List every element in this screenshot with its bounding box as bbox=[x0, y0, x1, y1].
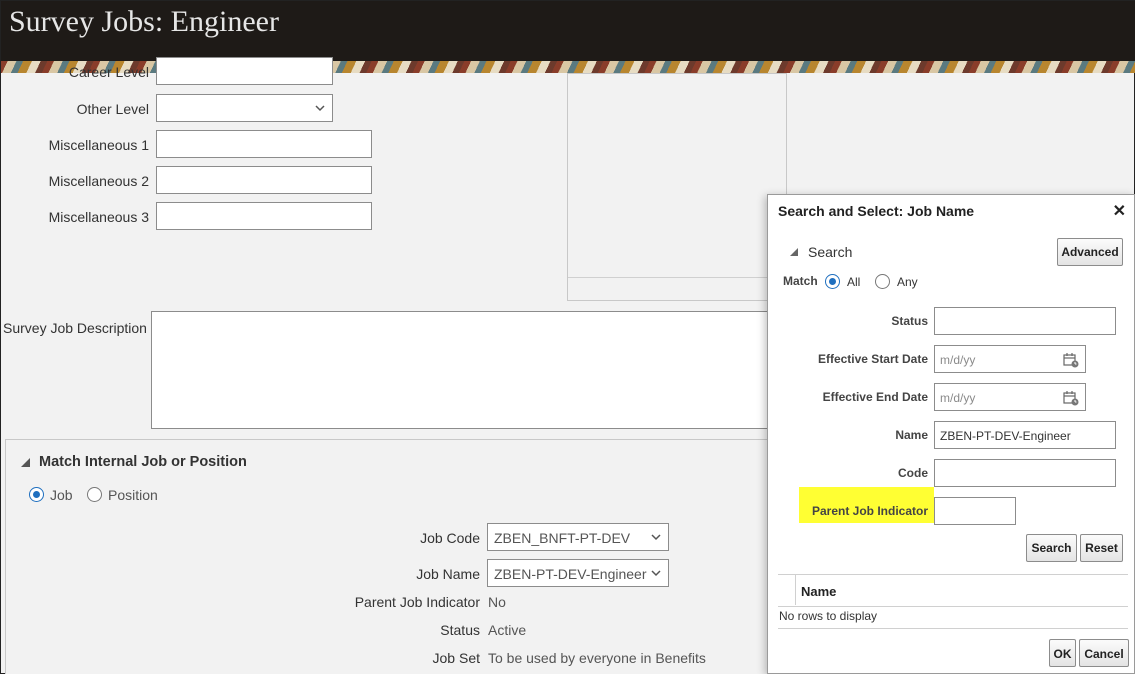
survey-job-description-label: Survey Job Description bbox=[3, 320, 147, 336]
results-column-divider bbox=[795, 575, 796, 605]
job-code-select[interactable]: ZBEN_BNFT-PT-DEV bbox=[487, 523, 669, 551]
parent-job-indicator-value: No bbox=[488, 594, 506, 610]
dialog-title: Search and Select: Job Name bbox=[778, 203, 975, 219]
page-title: Survey Jobs: Engineer bbox=[9, 5, 279, 38]
misc3-label: Miscellaneous 3 bbox=[48, 209, 149, 225]
search-select-dialog: Search and Select: Job Name ✕ Search Adv… bbox=[767, 194, 1135, 674]
career-level-select[interactable] bbox=[156, 57, 333, 85]
match-any-radio[interactable] bbox=[875, 274, 890, 289]
match-all-label: All bbox=[847, 275, 861, 289]
cancel-button-label: Cancel bbox=[1084, 647, 1124, 661]
results-column-name-header[interactable]: Name bbox=[801, 584, 836, 599]
search-button-label: Search bbox=[1031, 541, 1072, 555]
job-code-label: Job Code bbox=[420, 530, 480, 546]
match-label: Match bbox=[783, 274, 818, 288]
dlg-eff-end-label: Effective End Date bbox=[822, 390, 928, 404]
dlg-eff-end-placeholder: m/d/yy bbox=[940, 391, 976, 405]
results-top-border bbox=[778, 574, 1128, 575]
match-section-title: Match Internal Job or Position bbox=[39, 454, 247, 470]
no-rows-text: No rows to display bbox=[779, 609, 878, 623]
career-level-label: Career Level bbox=[68, 64, 149, 80]
search-button[interactable]: Search bbox=[1026, 534, 1077, 562]
results-header-border bbox=[778, 606, 1128, 607]
misc2-input[interactable] bbox=[156, 166, 372, 194]
search-section-label: Search bbox=[808, 244, 853, 260]
right-panel-divider bbox=[568, 277, 778, 278]
dlg-parent-job-indicator-input[interactable] bbox=[934, 497, 1016, 525]
job-set-label: Job Set bbox=[432, 650, 480, 666]
dlg-status-label: Status bbox=[891, 314, 928, 328]
dlg-name-input[interactable]: ZBEN-PT-DEV-Engineer bbox=[934, 421, 1116, 449]
job-name-select[interactable]: ZBEN-PT-DEV-Engineer bbox=[487, 559, 669, 587]
dlg-eff-start-input[interactable]: m/d/yy bbox=[934, 345, 1086, 373]
results-bottom-border bbox=[778, 628, 1128, 629]
advanced-button[interactable]: Advanced bbox=[1057, 238, 1123, 266]
job-radio[interactable] bbox=[29, 487, 44, 502]
other-level-select[interactable] bbox=[156, 94, 333, 122]
chevron-down-icon bbox=[651, 570, 661, 577]
cancel-button[interactable]: Cancel bbox=[1079, 639, 1129, 667]
close-icon[interactable]: ✕ bbox=[1113, 201, 1126, 221]
position-radio[interactable] bbox=[87, 487, 102, 502]
dlg-name-label: Name bbox=[895, 428, 928, 442]
advanced-button-label: Advanced bbox=[1061, 245, 1119, 259]
job-name-label: Job Name bbox=[416, 566, 480, 582]
position-radio-label: Position bbox=[108, 487, 158, 503]
status-value: Active bbox=[488, 622, 527, 638]
match-all-radio[interactable] bbox=[825, 274, 840, 289]
dlg-code-input[interactable] bbox=[934, 459, 1116, 487]
chevron-down-icon bbox=[315, 105, 325, 112]
ok-button-label: OK bbox=[1053, 647, 1072, 661]
misc2-label: Miscellaneous 2 bbox=[48, 173, 149, 189]
other-level-label: Other Level bbox=[76, 101, 149, 117]
right-panel bbox=[567, 73, 787, 301]
misc3-input[interactable] bbox=[156, 202, 372, 230]
dlg-eff-end-input[interactable]: m/d/yy bbox=[934, 383, 1086, 411]
dlg-parent-job-indicator-label: Parent Job Indicator bbox=[811, 504, 928, 518]
status-label: Status bbox=[440, 622, 480, 638]
dlg-eff-start-placeholder: m/d/yy bbox=[940, 353, 976, 367]
match-any-label: Any bbox=[897, 275, 918, 289]
dlg-code-label: Code bbox=[898, 466, 928, 480]
misc1-input[interactable] bbox=[156, 130, 372, 158]
misc1-label: Miscellaneous 1 bbox=[48, 137, 149, 153]
job-code-value: ZBEN_BNFT-PT-DEV bbox=[494, 530, 631, 546]
survey-job-description-textarea[interactable] bbox=[151, 311, 781, 429]
job-set-value: To be used by everyone in Benefits bbox=[488, 650, 706, 666]
calendar-icon[interactable] bbox=[1063, 352, 1079, 368]
collapse-triangle-icon[interactable] bbox=[790, 248, 798, 256]
parent-job-indicator-label: Parent Job Indicator bbox=[354, 594, 480, 610]
reset-button-label: Reset bbox=[1085, 541, 1118, 555]
dlg-status-input[interactable] bbox=[934, 307, 1116, 335]
chevron-down-icon bbox=[651, 534, 661, 541]
job-radio-label: Job bbox=[50, 487, 73, 503]
calendar-icon[interactable] bbox=[1063, 390, 1079, 406]
match-internal-section bbox=[5, 439, 785, 674]
ok-button[interactable]: OK bbox=[1049, 639, 1076, 667]
job-name-value: ZBEN-PT-DEV-Engineer bbox=[494, 566, 647, 582]
reset-button[interactable]: Reset bbox=[1080, 534, 1123, 562]
collapse-triangle-icon[interactable] bbox=[21, 458, 30, 467]
dlg-eff-start-label: Effective Start Date bbox=[817, 352, 928, 366]
